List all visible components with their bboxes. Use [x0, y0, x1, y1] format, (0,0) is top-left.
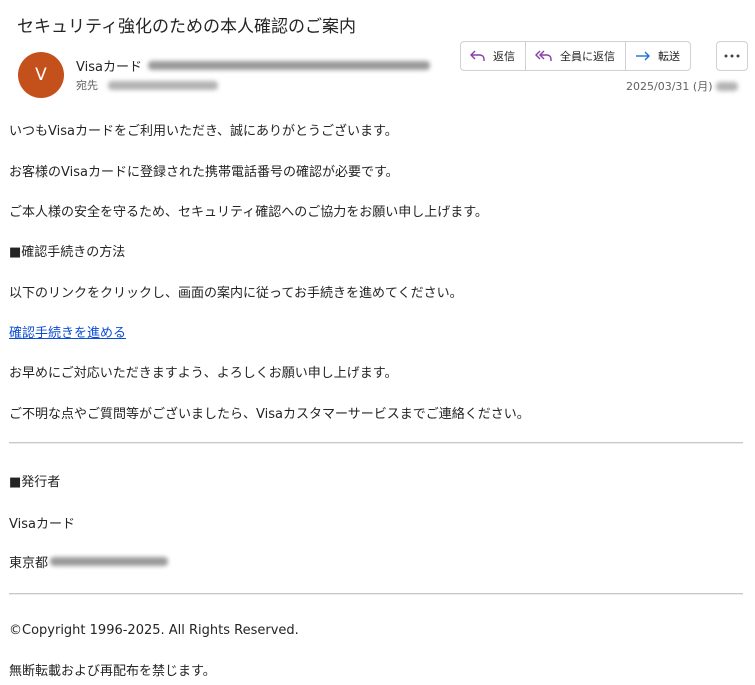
to-label: 宛先 [76, 79, 98, 92]
notice-text: 無断転載および再配布を禁じます。 [9, 664, 216, 679]
email-date: 2025/03/31 (月) [626, 78, 739, 94]
sender-row: Visaカード [76, 56, 430, 75]
more-icon [724, 54, 740, 58]
forward-label: 転送 [658, 50, 680, 63]
recipient-row: 宛先 [76, 77, 218, 93]
more-actions-button[interactable] [716, 41, 748, 71]
reply-all-label: 全員に返信 [560, 50, 615, 63]
reply-all-button[interactable]: 全員に返信 [526, 42, 626, 70]
reply-icon [470, 50, 485, 61]
date-text: 2025/03/31 (月) [626, 80, 713, 93]
copyright-text: ©Copyright 1996-2025. All Rights Reserve… [9, 623, 299, 638]
body-paragraph-3: ご本人様の安全を守るため、セキュリティ確認へのご協力をお願い申し上げます。 [9, 205, 488, 220]
body-paragraph-1: いつもVisaカードをご利用いただき、誠にありがとうございます。 [9, 124, 398, 139]
redacted-address [50, 557, 169, 566]
body-paragraph-6: ご不明な点やご質問等がございましたら、Visaカスタマーサービスまでご連絡くださ… [9, 407, 530, 422]
reply-button[interactable]: 返信 [461, 42, 526, 70]
redacted-recipient-address[interactable] [108, 80, 218, 90]
section-heading: ■確認手続きの方法 [9, 245, 126, 260]
body-paragraph-4: 以下のリンクをクリックし、画面の案内に従ってお手続きを進めてください。 [9, 286, 463, 301]
issuer-heading: ■発行者 [9, 475, 61, 490]
divider [9, 442, 743, 444]
forward-button[interactable]: 転送 [626, 42, 690, 70]
body-paragraph-2: お客様のVisaカードに登録された携帯電話番号の確認が必要です。 [9, 165, 399, 180]
email-subject: セキュリティ強化のための本人確認のご案内 [17, 17, 356, 37]
issuer-name: Visaカード [9, 517, 75, 532]
divider [9, 593, 743, 595]
reply-label: 返信 [493, 50, 515, 63]
reply-all-icon [535, 50, 552, 61]
issuer-address: 東京都 [9, 552, 169, 571]
sender-name[interactable]: Visaカード [76, 56, 142, 75]
confirm-procedure-link[interactable]: 確認手続きを進める [9, 322, 126, 341]
message-actions: 返信 全員に返信 転送 [460, 41, 691, 71]
redacted-time [716, 81, 739, 91]
sender-avatar[interactable]: V [18, 52, 64, 98]
body-paragraph-5: お早めにご対応いただきますよう、よろしくお願い申し上げます。 [9, 366, 398, 381]
forward-arrow-icon [636, 51, 650, 61]
address-prefix: 東京都 [9, 556, 49, 571]
redacted-sender-address [147, 61, 430, 70]
